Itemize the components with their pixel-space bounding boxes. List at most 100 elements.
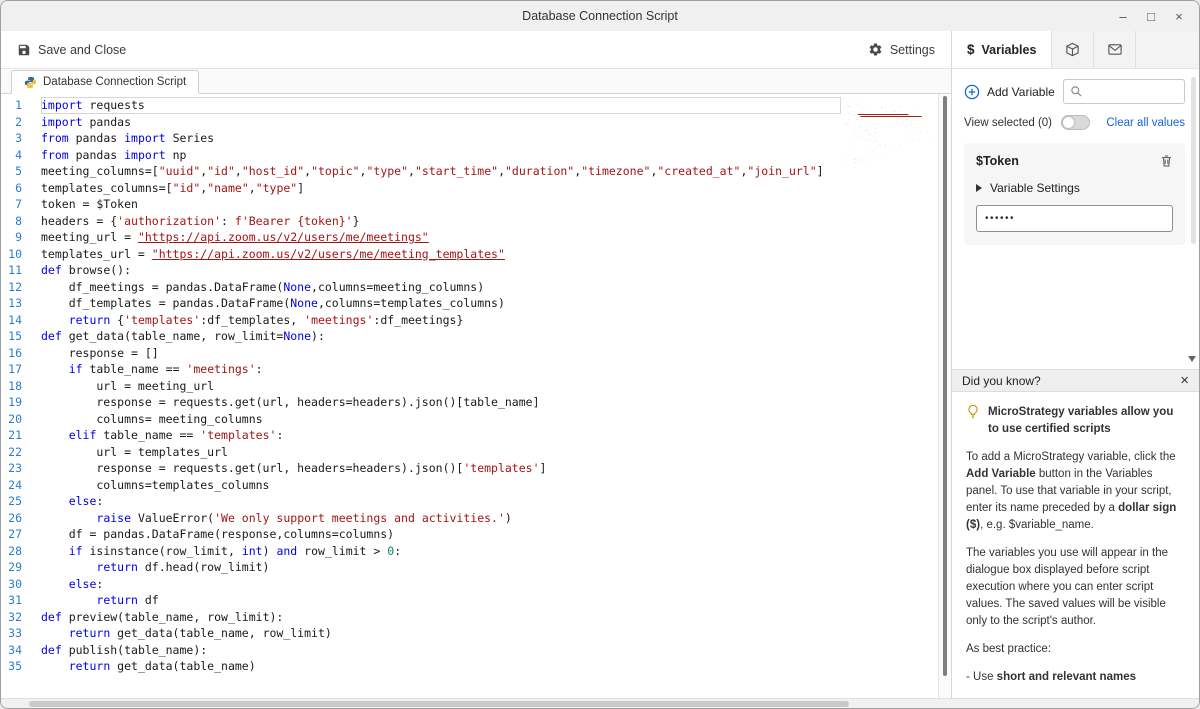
variables-section: Add Variable View selected (0) Clear all… [952,69,1199,369]
code-line: if isinstance(row_limit, int) and row_li… [68,543,402,558]
line-number: 7 [15,197,22,211]
variable-search-box [1063,79,1185,104]
add-variable-button[interactable]: Add Variable [964,84,1055,100]
code-line: return df [96,593,159,607]
line-number: 2 [15,114,22,129]
line-number: 9 [15,230,22,244]
variable-name: $Token [976,154,1019,168]
code-line: url = meeting_url [41,378,215,393]
line-number: 28 [8,543,22,558]
line-number: 21 [8,428,22,442]
code-line: headers = {'authorization': f'Bearer {to… [41,213,360,228]
code-line: url = templates_url [41,444,228,459]
code-line: return get_data(table_name) [68,659,256,673]
save-and-close-label: Save and Close [38,42,127,57]
code-line: df_templates = pandas.DataFrame(None,col… [41,296,505,310]
trash-icon[interactable] [1160,154,1173,168]
line-number: 33 [8,626,22,640]
horizontal-scrollbar[interactable] [1,698,1199,708]
editor-tab-database-connection-script[interactable]: Database Connection Script [11,70,200,94]
line-number-gutter: 1 2 3 4 5 6 7 8 9 10 11 12 13 14 15 16 17 18 19 20 21 22 23 24 2… [1,97,35,675]
right-panel-tabs: $ Variables [951,31,1199,69]
dyk-paragraph: As best practice: [966,643,1052,656]
dyk-paragraph: To add a MicroStrategy variable, click t… [966,451,1177,532]
code-line: def preview(table_name, row_limit): [41,609,284,624]
line-number: 15 [8,329,22,343]
line-number: 18 [8,378,22,393]
minimap[interactable]: import requests import pandas from pandas … [841,98,933,164]
settings-button[interactable]: Settings [868,42,935,57]
save-icon [17,43,31,57]
variables-scrollbar[interactable] [1191,77,1196,347]
code-editor-pane: 1 2 3 4 5 6 7 8 9 10 11 12 13 14 15 16 17 18 19 20 21 22 23 24 2… [1,94,951,698]
did-you-know-header: Did you know? × [952,369,1199,392]
editor-vertical-scrollbar[interactable] [938,94,951,698]
variables-tab-label: Variables [981,42,1037,57]
main-area: Database Connection Script 1 2 3 4 5 6 7 8 9 10 11… [1,69,1199,698]
line-number: 31 [8,593,22,607]
tip-heading: MicroStrategy variables allow you to use… [988,406,1174,436]
code-line: return get_data(table_name, row_limit) [68,626,332,640]
python-icon [24,76,37,89]
horizontal-scrollbar-thumb[interactable] [29,701,849,707]
code-line: def get_data(table_name, row_limit=None)… [41,329,325,343]
line-number: 32 [8,609,22,624]
code-line: token = $Token [41,197,138,211]
code-line: else: [68,576,104,591]
app-window: Database Connection Script – □ × Save an… [0,0,1200,709]
tab-variables[interactable]: $ Variables [952,31,1053,68]
code-line: templates_url = "https://api.zoom.us/v2/… [41,246,505,261]
tab-packages[interactable] [1052,31,1095,68]
line-number: 3 [15,131,22,145]
search-icon [1070,85,1083,98]
editor-vertical-scrollbar-thumb[interactable] [943,96,947,676]
variable-search-input[interactable] [1088,85,1178,98]
code-line: elif table_name == 'templates': [68,428,284,442]
view-selected-toggle[interactable] [1061,115,1090,130]
code-line: raise ValueError('We only support meetin… [96,510,512,525]
line-number: 1 [15,98,22,112]
code-line: meeting_columns=["uuid","id","host_id","… [41,164,824,178]
minimize-button[interactable]: – [1109,1,1137,31]
code-line: templates_columns=["id","name","type"] [41,180,305,195]
clear-all-values-link[interactable]: Clear all values [1106,117,1185,129]
line-number: 5 [15,164,22,178]
line-number: 25 [8,494,22,508]
window-title: Database Connection Script [522,9,678,23]
did-you-know-close-icon[interactable]: × [1180,373,1189,388]
code-line: response = requests.get(url, headers=hea… [41,395,540,409]
save-and-close-button[interactable]: Save and Close [17,43,126,57]
line-number: 29 [8,560,22,574]
tab-feedback[interactable] [1094,31,1137,68]
line-number: 19 [8,395,22,409]
settings-label: Settings [889,42,935,57]
packages-icon [1065,42,1080,57]
editor-tab-label: Database Connection Script [43,76,187,88]
variable-card-token: $Token Variable Settings [964,143,1185,245]
code-line: def browse(): [41,263,132,277]
code-line: response = [] [41,345,159,360]
code-line: def publish(table_name): [41,642,208,657]
line-number: 24 [8,477,22,492]
variable-settings-toggle[interactable]: Variable Settings [976,181,1173,195]
code-line: return {'templates':df_templates, 'meeti… [68,312,464,327]
line-number: 12 [8,279,22,294]
code-line: meeting_url = "https://api.zoom.us/v2/us… [41,230,429,244]
variable-value-input[interactable] [976,205,1173,232]
line-number: 16 [8,345,22,360]
editor-column: Database Connection Script 1 2 3 4 5 6 7 8 9 10 11… [1,69,951,698]
code-editor[interactable]: import requests import pandas from pandas … [35,97,951,675]
variables-scrollbar-thumb[interactable] [1191,77,1196,245]
code-area: 1 2 3 4 5 6 7 8 9 10 11 12 13 14 15 16 17 18 19 20 21 22 23 24 2… [1,94,951,675]
code-line: df = pandas.DataFrame(response,columns=c… [41,527,395,541]
code-line: from pandas import Series [41,131,215,145]
maximize-button[interactable]: □ [1137,1,1165,31]
code-line: df_meetings = pandas.DataFrame(None,colu… [41,279,485,294]
dollar-icon: $ [967,42,975,57]
scroll-down-arrow-icon[interactable] [1188,356,1196,362]
dyk-paragraph: - Use short and relevant names [966,671,1136,684]
code-line: from pandas import np [41,147,187,162]
line-number: 30 [8,576,22,591]
line-number: 14 [8,312,22,327]
close-button[interactable]: × [1165,1,1193,31]
